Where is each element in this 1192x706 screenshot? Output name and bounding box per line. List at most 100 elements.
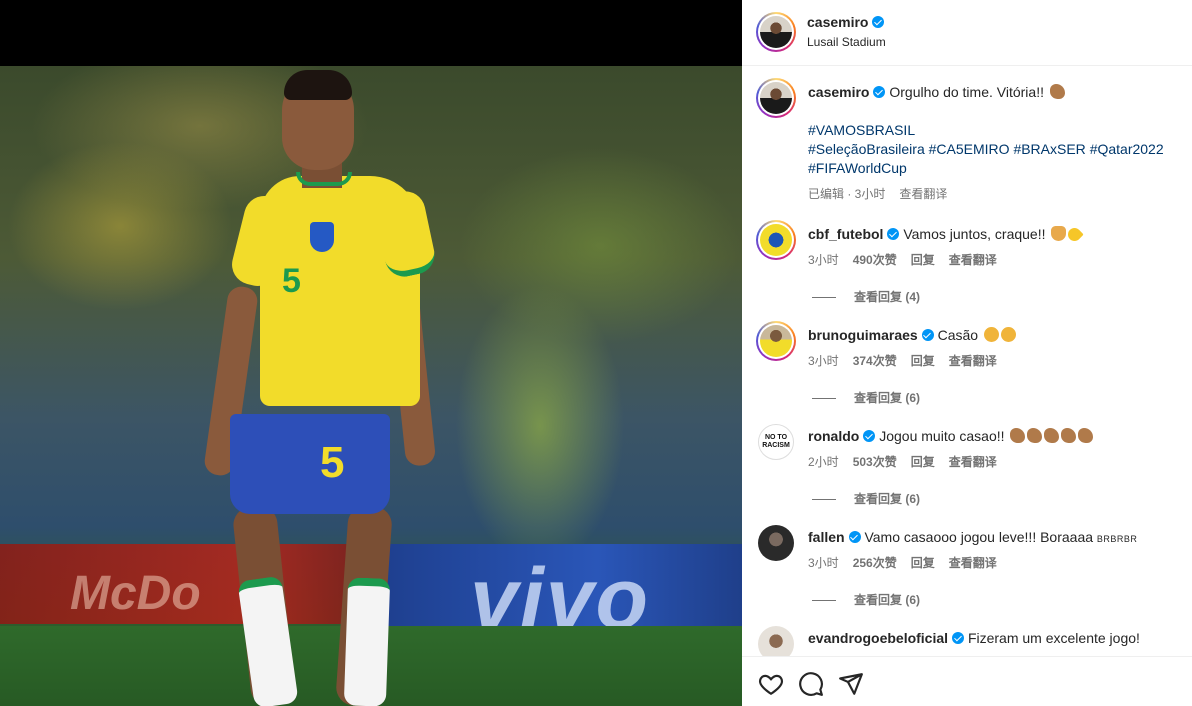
comment-avatar[interactable]	[756, 220, 796, 260]
comment-username[interactable]: brunoguimaraes	[808, 327, 918, 343]
billboard-left-text: McDo	[70, 567, 201, 620]
hashtags-row: #SeleçãoBrasileira #CA5EMIRO #BRAxSER #Q…	[808, 140, 1164, 159]
comment-reply-button[interactable]: 回复	[911, 253, 935, 267]
player-sock-left	[237, 575, 299, 706]
comment-likes[interactable]: 490次赞	[853, 253, 897, 267]
yellow-heart-icon	[1065, 225, 1085, 244]
caption-meta: 已编辑 · 3小时 查看翻译	[808, 185, 961, 202]
view-replies-button[interactable]: 查看回复 (6)	[812, 389, 920, 406]
hashtag[interactable]: #Qatar2022	[1090, 141, 1164, 157]
player-figure: 5 5	[202, 66, 450, 706]
hashtag-fifaworldcup[interactable]: #FIFAWorldCup	[808, 159, 907, 178]
post-header: casemiro Lusail Stadium	[742, 0, 1192, 66]
view-replies-label: 查看回复 (4)	[854, 290, 921, 304]
post-location[interactable]: Lusail Stadium	[807, 35, 886, 49]
comment-text: Casão	[937, 327, 979, 343]
comment-text: Jogou muito casao!!	[879, 428, 1005, 444]
heart-icon[interactable]	[758, 671, 784, 697]
caption-username[interactable]: casemiro	[808, 84, 869, 100]
verified-badge-icon	[863, 430, 876, 442]
comment-reply-button[interactable]: 回复	[911, 556, 935, 570]
comment: evandrogoebeloficial Fizeram um excelent…	[808, 629, 1140, 648]
view-replies-label: 查看回复 (6)	[854, 593, 921, 607]
comment: cbf_futebol Vamos juntos, craque!!	[808, 225, 1085, 244]
comment-likes[interactable]: 503次赞	[853, 455, 897, 469]
comment-username[interactable]: ronaldo	[808, 428, 859, 444]
comment-likes[interactable]: 374次赞	[853, 354, 897, 368]
author-avatar[interactable]	[756, 12, 796, 52]
comment-avatar-image	[760, 224, 792, 256]
flag-text: BRBRBR	[1096, 534, 1138, 544]
comment-avatar[interactable]	[758, 626, 794, 656]
view-replies-label: 查看回复 (6)	[854, 391, 921, 405]
replies-divider	[812, 600, 836, 602]
comment-avatar[interactable]	[758, 525, 794, 561]
hashtag-vamosbrasil[interactable]: #VAMOSBRASIL	[808, 121, 915, 140]
view-replies-button[interactable]: 查看回复 (6)	[812, 490, 920, 507]
comment-meta: 3小时 256次赞 回复 查看翻译	[808, 554, 1011, 571]
player-hair	[284, 70, 352, 100]
verified-badge-icon	[921, 329, 934, 341]
verified-badge-icon	[952, 632, 965, 644]
comment-translate-link[interactable]: 查看翻译	[949, 556, 997, 570]
replies-divider	[812, 398, 836, 400]
flexed-biceps-icon	[1027, 428, 1043, 443]
comment-text: Vamo casaooo jogou leve!!! Boraaaa	[864, 529, 1094, 545]
comment: fallen Vamo casaooo jogou leve!!! Boraaa…	[808, 528, 1137, 549]
verified-badge-icon	[887, 228, 900, 240]
comments-scroll-area[interactable]: casemiro Orgulho do time. Vitória!! #VAM…	[742, 66, 1192, 656]
view-replies-button[interactable]: 查看回复 (6)	[812, 591, 920, 608]
post-media[interactable]: McDo vivo 5 5	[0, 0, 742, 706]
player-shorts	[230, 414, 390, 514]
comment-time: 3小时	[808, 556, 839, 570]
caption: casemiro Orgulho do time. Vitória!!	[808, 83, 1178, 102]
hashtag[interactable]: #BRAxSER	[1013, 141, 1085, 157]
flexed-biceps-icon	[1078, 428, 1094, 443]
player-sock-right	[343, 577, 391, 706]
comment-icon[interactable]	[798, 671, 824, 697]
comment-reply-button[interactable]: 回复	[911, 354, 935, 368]
comment-time: 2小时	[808, 455, 839, 469]
shorts-number: 5	[320, 438, 345, 487]
comment-reply-button[interactable]: 回复	[911, 455, 935, 469]
verified-badge-icon	[872, 16, 885, 28]
hashtag[interactable]: #CA5EMIRO	[929, 141, 1010, 157]
comment-avatar-image	[760, 325, 792, 357]
comment-translate-link[interactable]: 查看翻译	[949, 253, 997, 267]
flexed-biceps-icon	[1061, 428, 1077, 443]
share-icon[interactable]	[838, 671, 864, 697]
view-replies-label: 查看回复 (6)	[854, 492, 921, 506]
caption-translate-link[interactable]: 查看翻译	[899, 187, 947, 201]
hashtag[interactable]: #SeleçãoBrasileira	[808, 141, 925, 157]
post-side-panel: casemiro Lusail Stadium casemiro Orgulho…	[742, 0, 1192, 706]
flexed-biceps-icon	[1044, 428, 1060, 443]
author-username[interactable]: casemiro	[807, 14, 868, 30]
comment-avatar[interactable]: NO TO RACISM	[758, 424, 794, 460]
clap-icon	[983, 327, 999, 342]
view-replies-button[interactable]: 查看回复 (4)	[812, 288, 920, 305]
cbf-crest-icon	[310, 222, 334, 252]
verified-badge-icon	[848, 531, 861, 543]
caption-avatar-image	[760, 82, 792, 114]
caption-edited-time: 已编辑 · 3小时	[808, 187, 886, 201]
post-photo[interactable]: McDo vivo 5 5	[0, 66, 742, 706]
comment-username[interactable]: fallen	[808, 529, 845, 545]
comment-username[interactable]: cbf_futebol	[808, 226, 883, 242]
comment-translate-link[interactable]: 查看翻译	[949, 455, 997, 469]
comment-avatar-text: NO TO RACISM	[762, 434, 790, 449]
caption-avatar[interactable]	[756, 78, 796, 118]
comment-avatar[interactable]	[756, 321, 796, 361]
comment-translate-link[interactable]: 查看翻译	[949, 354, 997, 368]
comment-time: 3小时	[808, 354, 839, 368]
flexed-biceps-icon	[1010, 428, 1026, 443]
comment-likes[interactable]: 256次赞	[853, 556, 897, 570]
comment-meta: 2小时 503次赞 回复 查看翻译	[808, 453, 1011, 470]
action-bar	[742, 656, 1192, 706]
comment: ronaldo Jogou muito casao!!	[808, 427, 1094, 446]
comment-username[interactable]: evandrogoebeloficial	[808, 630, 948, 646]
verified-badge-icon	[873, 86, 886, 98]
flexed-biceps-icon	[1049, 84, 1065, 99]
shirt-number: 5	[282, 262, 301, 300]
player-collar	[296, 172, 352, 186]
comment-meta: 3小时 490次赞 回复 查看翻译	[808, 251, 1011, 268]
